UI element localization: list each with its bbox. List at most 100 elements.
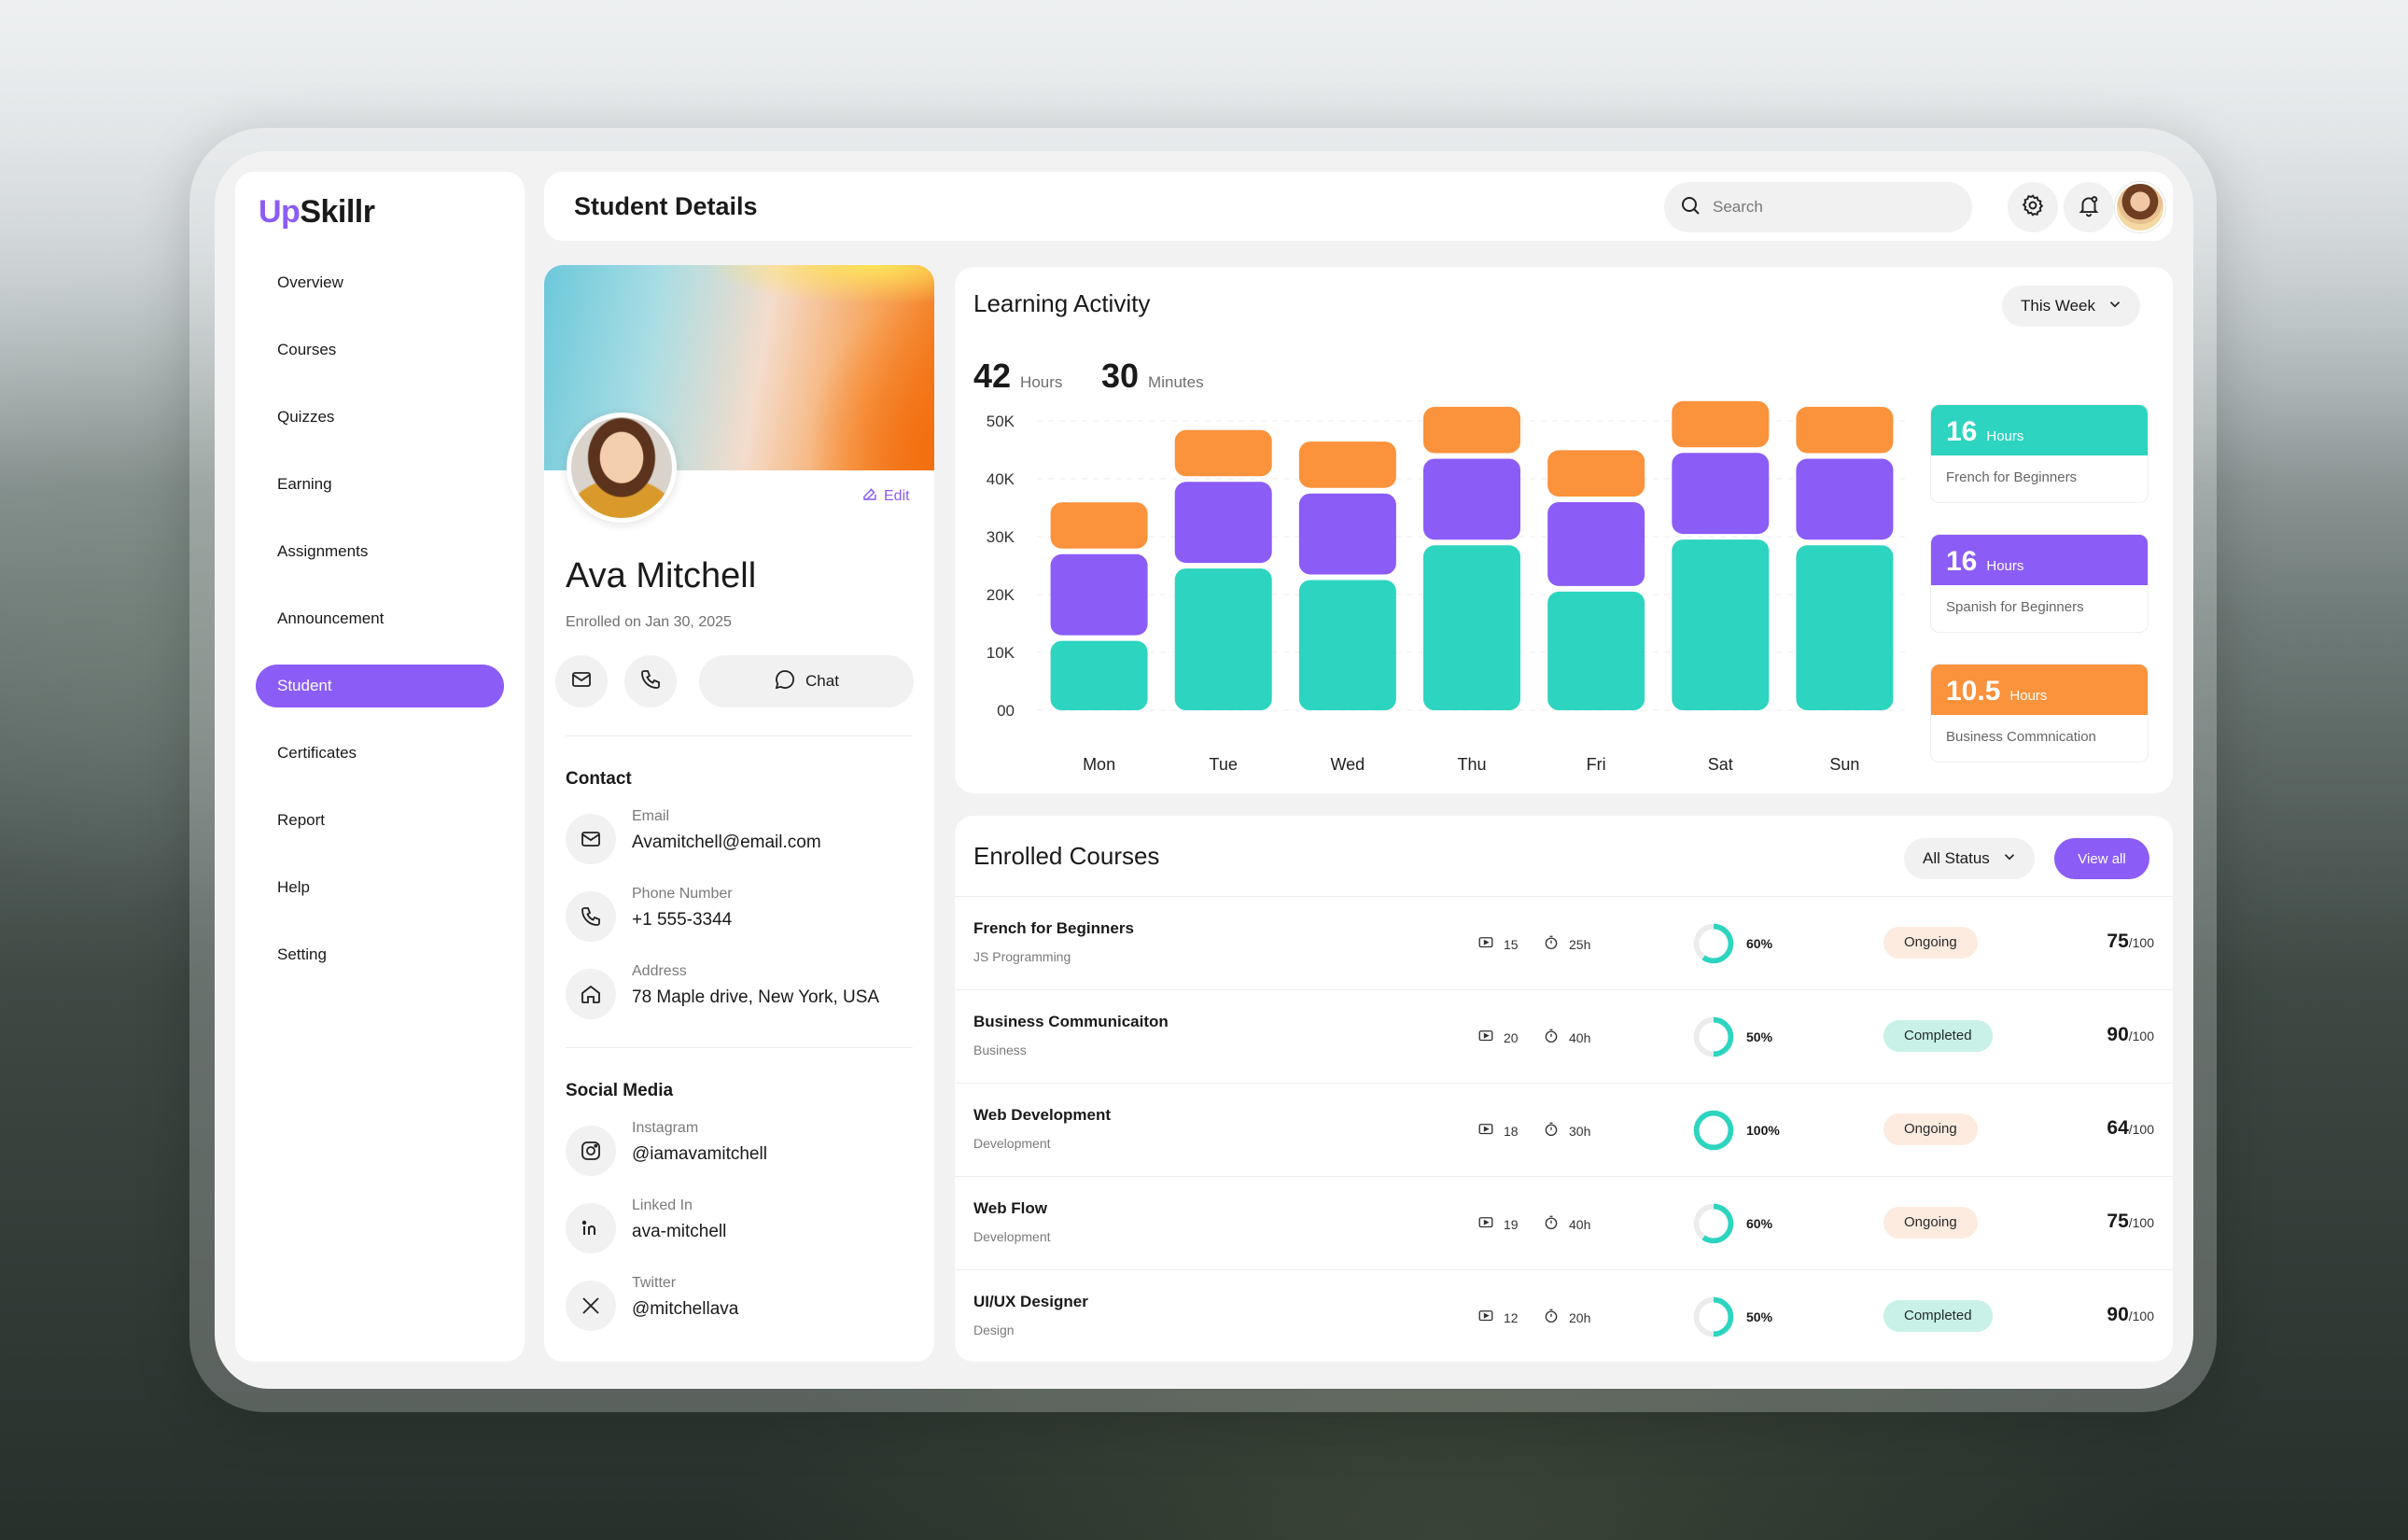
status-badge: Completed: [1883, 1020, 1993, 1052]
score-max: /100: [2128, 1215, 2154, 1230]
mail-icon: [570, 668, 593, 695]
bar-segment: [1298, 580, 1396, 710]
sidebar-item-certificates[interactable]: Certificates: [256, 732, 504, 775]
brand-logo[interactable]: UpSkillr: [259, 194, 375, 231]
chat-bubble-icon: [774, 668, 796, 695]
score-max: /100: [2128, 1122, 2154, 1137]
home-icon: [566, 969, 616, 1019]
sidebar-item-assignments[interactable]: Assignments: [256, 530, 504, 573]
y-tick-label: 40K: [987, 470, 1015, 488]
stat-value: 16: [1946, 546, 1978, 577]
course-row[interactable]: Business Communicaiton Business 20 40h 50% Co…: [955, 989, 2173, 1083]
course-duration: 40h: [1543, 1028, 1590, 1047]
social-media-title: Social Media: [566, 1081, 674, 1100]
course-duration: 30h: [1543, 1121, 1590, 1141]
course-name[interactable]: Web Development: [973, 1106, 1111, 1125]
timer-icon: [1543, 934, 1560, 954]
video-lesson-icon: [1477, 1121, 1494, 1141]
search-input[interactable]: [1713, 198, 1955, 217]
stat-value: 16: [1946, 416, 1978, 447]
sidebar-item-help[interactable]: Help: [256, 866, 504, 909]
call-button[interactable]: [624, 655, 677, 707]
notifications-button[interactable]: [2064, 182, 2114, 232]
x-tick-label: Sat: [1708, 755, 1733, 774]
bar-segment: [1796, 545, 1894, 710]
score-max: /100: [2128, 1309, 2154, 1323]
divider: [566, 1047, 913, 1048]
score-value: 90: [2107, 1024, 2129, 1045]
sidebar-item-student[interactable]: Student: [256, 665, 504, 707]
contact-title: Contact: [566, 769, 632, 789]
course-duration: 40h: [1543, 1214, 1590, 1234]
duration-value: 20h: [1569, 1309, 1591, 1325]
stat-header: 10.5 Hours: [1931, 665, 2148, 715]
social-linkedin: Linked In ava-mitchell: [566, 1197, 920, 1253]
course-name[interactable]: French for Beginners: [973, 919, 1134, 938]
edit-profile-link[interactable]: Edit: [861, 485, 910, 507]
twitter-handle[interactable]: @mitchellava: [632, 1299, 738, 1320]
contact-phone-label: Phone Number: [632, 886, 733, 902]
progress-ring: [1693, 1296, 1734, 1337]
brand-logo-suffix: Skillr: [300, 194, 375, 230]
stat-unit: Hours: [1986, 558, 2024, 574]
period-dropdown[interactable]: This Week: [2002, 286, 2140, 327]
bar-segment: [1423, 458, 1520, 540]
y-tick-label: 20K: [987, 586, 1015, 604]
activity-stat-card: 10.5 Hours Business Commnication: [1930, 664, 2149, 763]
sidebar-item-report[interactable]: Report: [256, 799, 504, 842]
lesson-count: 12: [1477, 1308, 1519, 1327]
lesson-count: 15: [1477, 934, 1519, 954]
instagram-label: Instagram: [632, 1120, 699, 1136]
sidebar-item-announcement[interactable]: Announcement: [256, 597, 504, 640]
linkedin-handle[interactable]: ava-mitchell: [632, 1222, 726, 1242]
course-row[interactable]: Web Flow Development 19 40h 60% Ongoing 75/100: [955, 1176, 2173, 1269]
contact-email-label: Email: [632, 808, 670, 824]
chat-button[interactable]: Chat: [699, 655, 914, 707]
bar-segment: [1547, 450, 1645, 497]
video-lesson-icon: [1477, 1028, 1494, 1047]
bar-segment: [1672, 400, 1770, 448]
lesson-count: 18: [1477, 1121, 1519, 1141]
status-filter-value: All Status: [1923, 849, 1990, 867]
settings-button[interactable]: [2008, 182, 2058, 232]
course-score: 64/100: [2107, 1117, 2154, 1140]
course-name[interactable]: Business Communicaiton: [973, 1013, 1169, 1031]
status-filter-dropdown[interactable]: All Status: [1904, 838, 2035, 879]
stat-course-label: Business Commnication: [1946, 729, 2096, 745]
contact-address-value: 78 Maple drive, New York, USA: [632, 987, 880, 1007]
y-tick-label: 30K: [987, 528, 1015, 546]
timer-icon: [1543, 1121, 1560, 1141]
instagram-handle[interactable]: @iamavamitchell: [632, 1144, 767, 1165]
bar-segment: [1050, 640, 1148, 710]
divider: [566, 735, 913, 736]
email-button[interactable]: [555, 655, 608, 707]
contact-phone-value[interactable]: +1 555-3344: [632, 910, 732, 931]
phone-icon: [566, 891, 616, 942]
score-value: 75: [2107, 1211, 2129, 1232]
bar-segment: [1050, 553, 1148, 636]
course-row[interactable]: Web Development Development 18 30h 100% Ongoi…: [955, 1083, 2173, 1176]
student-avatar: [567, 413, 677, 523]
course-row[interactable]: UI/UX Designer Design 12 20h 50% Completed 90/…: [955, 1269, 2173, 1362]
sidebar-item-quizzes[interactable]: Quizzes: [256, 396, 504, 439]
bar-segment: [1174, 568, 1272, 710]
view-all-button[interactable]: View all: [2054, 838, 2149, 879]
course-category: Development: [973, 1136, 1051, 1151]
period-value: This Week: [2021, 297, 2095, 315]
sidebar-item-overview[interactable]: Overview: [256, 261, 504, 304]
sidebar-item-earning[interactable]: Earning: [256, 463, 504, 506]
sidebar-item-courses[interactable]: Courses: [256, 329, 504, 371]
course-row[interactable]: French for Beginners JS Programming 15 25h 6…: [955, 896, 2173, 989]
search-box[interactable]: [1664, 182, 1972, 232]
contact-address-label: Address: [632, 963, 687, 979]
course-name[interactable]: UI/UX Designer: [973, 1293, 1088, 1311]
user-avatar[interactable]: [2115, 182, 2165, 232]
sidebar-item-setting[interactable]: Setting: [256, 933, 504, 976]
instagram-icon: [566, 1126, 616, 1176]
course-progress: 100%: [1692, 1109, 1780, 1152]
bar-segment: [1423, 406, 1520, 454]
course-name[interactable]: Web Flow: [973, 1199, 1047, 1218]
bell-icon: [2077, 193, 2101, 222]
contact-email-value[interactable]: Avamitchell@email.com: [632, 833, 821, 853]
stat-unit: Hours: [1986, 428, 2024, 444]
